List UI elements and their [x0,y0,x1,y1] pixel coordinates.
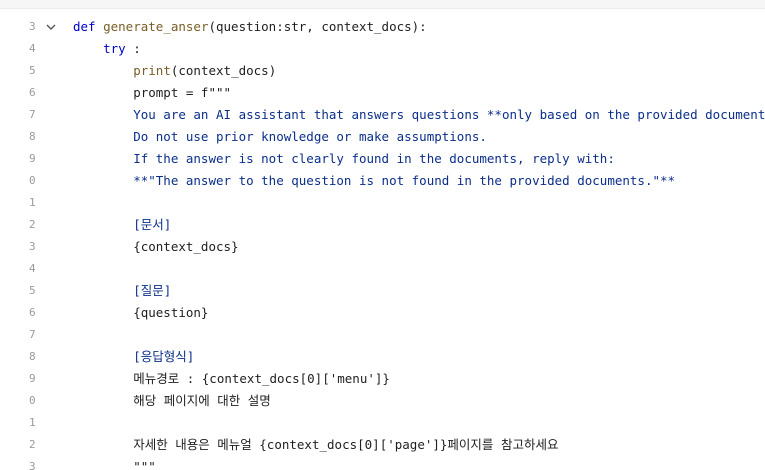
code-token: Do not use prior knowledge or make assum… [73,129,487,144]
code-line[interactable]: try : [73,38,141,60]
line-number: 7 [29,108,36,121]
code-token: [문서] [73,217,172,232]
line-number: 9 [29,152,36,165]
code-token: If the answer is not clearly found in th… [73,151,615,166]
code-token: {question} [73,305,209,320]
editor-top-strip [0,0,765,9]
code-line[interactable]: def generate_anser(question:str, context… [73,16,427,38]
code-line[interactable]: [문서] [73,214,171,236]
code-editor[interactable]: 3 4 5 6 7 8 9 0 1 2 3 4 5 6 7 8 9 0 1 2 3 def generate_anser… [0,0,765,470]
line-number: 8 [29,130,36,143]
line-number: 4 [29,262,36,275]
code-line[interactable]: """ [73,456,156,470]
code-line[interactable]: 자세한 내용은 메뉴얼 {context_docs[0]['page']}페이지… [73,434,558,456]
code-token: prompt = f""" [73,85,232,100]
line-number: 8 [29,350,36,363]
code-token: {context_docs} [73,239,239,254]
line-number: 2 [29,438,36,451]
code-line[interactable]: 해당 페이지에 대한 설명 [73,390,271,412]
line-number-gutter: 3 4 5 6 7 8 9 0 1 2 3 4 5 6 7 8 9 0 1 2 3 [0,8,40,470]
line-number: 2 [29,218,36,231]
line-number: 7 [29,328,36,341]
line-number: 1 [29,196,36,209]
code-token: def [73,19,104,34]
code-token: print [133,63,171,78]
code-line[interactable]: {question} [73,302,208,324]
code-line[interactable]: 메뉴경로 : {context_docs[0]['menu']} [73,368,390,390]
code-line[interactable]: You are an AI assistant that answers que… [73,104,765,126]
code-line[interactable]: [질문] [73,280,171,302]
code-line[interactable]: {context_docs} [73,236,239,258]
code-token: You are an AI assistant that answers que… [73,107,765,122]
code-token: try [103,41,126,56]
line-number: 0 [29,394,36,407]
code-token: [질문] [73,283,172,298]
code-line[interactable]: Do not use prior knowledge or make assum… [73,126,487,148]
line-number: 1 [29,416,36,429]
code-line[interactable]: print(context_docs) [73,60,276,82]
line-number: 6 [29,86,36,99]
code-token: (context_docs) [170,63,277,78]
code-line[interactable]: **"The answer to the question is not fou… [73,170,675,192]
code-token: 해당 페이지에 대한 설명 [73,393,271,408]
code-line[interactable]: If the answer is not clearly found in th… [73,148,615,170]
code-token: **"The answer to the question is not fou… [73,173,676,188]
code-line[interactable]: prompt = f""" [73,82,231,104]
code-token: """ [73,459,156,470]
code-line[interactable]: [응답형식] [73,346,194,368]
line-number: 3 [29,240,36,253]
code-token: : [125,41,141,56]
line-number: 3 [29,460,36,470]
line-number: 5 [29,64,36,77]
line-number: 4 [29,42,36,55]
line-number: 3 [29,20,36,33]
line-number: 0 [29,174,36,187]
code-token: 자세한 내용은 메뉴얼 {context_docs[0]['page']}페이지… [73,437,559,452]
line-number: 5 [29,284,36,297]
code-token: (question:str, context_docs): [208,19,427,34]
line-number: 9 [29,372,36,385]
code-token: 메뉴경로 : {context_docs[0]['menu']} [73,371,390,386]
line-number: 6 [29,306,36,319]
chevron-down-icon[interactable] [44,20,58,34]
code-token: [응답형식] [73,349,195,364]
code-token: generate_anser [103,19,209,34]
